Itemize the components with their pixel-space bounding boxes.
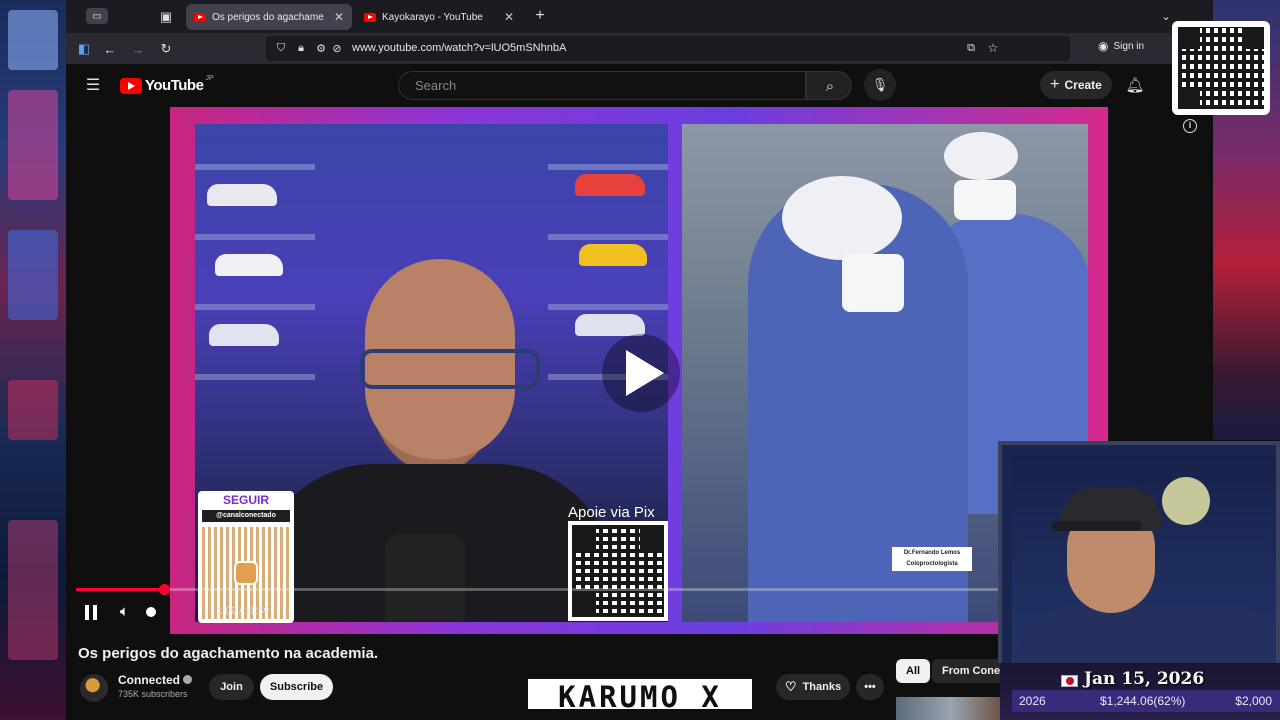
recommended-thumbnail[interactable] <box>896 697 1006 720</box>
pause-icon[interactable] <box>84 605 98 620</box>
japan-flag-icon <box>1061 675 1078 687</box>
lock-icon[interactable]: 🔒︎ <box>294 41 308 55</box>
bookmark-star-icon[interactable]: ☆ <box>986 41 1000 55</box>
thanks-label: Thanks <box>802 681 842 693</box>
tab-label: Os perigos do agachamento <box>212 11 324 23</box>
sign-in-button[interactable]: ◉ Sign in <box>1098 39 1144 53</box>
subscribe-button[interactable]: Subscribe <box>260 674 333 700</box>
tab-video[interactable]: Os perigos do agachamento ✕ <box>186 4 352 30</box>
youtube-favicon-icon <box>364 12 376 22</box>
browser-tab-bar: ▭ ▣ Os perigos do agachamento ✕ Kayokara… <box>66 0 1213 33</box>
goal-year: 2026 <box>1019 694 1046 708</box>
tab-overview-icon[interactable]: ▣ <box>158 9 174 25</box>
channel-name-text: Connected <box>118 673 181 687</box>
create-label: Create <box>1064 78 1102 92</box>
doctor-caption: Dr.Fernando Lemos Coloproctologista <box>892 547 972 571</box>
channel-name[interactable]: Connected <box>118 673 193 687</box>
time-display: 1:09 / 11:59 <box>217 606 270 617</box>
thanks-button[interactable]: ♡ Thanks <box>776 674 850 700</box>
microphone-icon: 🎙︎ <box>871 77 889 92</box>
new-tab-icon[interactable]: + <box>532 7 548 24</box>
join-button[interactable]: Join <box>209 674 254 700</box>
list-tabs-chevron-icon[interactable]: ⌄ <box>1158 8 1174 24</box>
tab-label: Kayokarayo - YouTube <box>382 11 483 23</box>
progress-played <box>76 588 164 591</box>
stream-qr-code <box>1172 21 1270 115</box>
more-actions-button[interactable]: ••• <box>856 674 884 700</box>
search-button[interactable]: ⌕ <box>806 71 852 100</box>
forward-icon[interactable]: → <box>130 41 146 57</box>
chip-all[interactable]: All <box>896 659 931 683</box>
goal-amount: $1,244.06(62%) <box>1100 694 1186 708</box>
logo-text: YouTube <box>145 77 204 94</box>
play-icon[interactable] <box>602 334 680 412</box>
follow-label: SEGUIR <box>222 493 269 507</box>
account-icon: ◉ <box>1098 39 1109 53</box>
notifications-bell-icon[interactable]: 🔔︎ <box>1125 76 1144 94</box>
channel-handle: @canalconectado <box>202 510 290 522</box>
back-icon[interactable]: ← <box>102 41 118 57</box>
donation-goal-bar: 2026 $1,244.06(62%) $2,000 <box>1012 690 1280 712</box>
permissions-icon[interactable]: ⚙ <box>314 41 328 55</box>
stream-background-left <box>0 0 66 720</box>
info-icon[interactable]: i <box>1183 119 1197 133</box>
sidebar-toggle-icon[interactable]: ▭ <box>86 8 108 24</box>
screenshot-icon[interactable]: ⧉ <box>964 41 978 55</box>
pix-qr-code <box>568 521 668 621</box>
volume-slider-handle[interactable] <box>146 607 156 617</box>
close-tab-icon[interactable]: ✕ <box>504 10 514 24</box>
logo-region: JP <box>205 75 214 82</box>
browser-toolbar: ◧ ← → ↻ ⛉ 🔒︎ ⚙ ⊘ www.youtube.com/watch?v… <box>66 33 1213 64</box>
youtube-logo-icon <box>120 77 142 94</box>
create-button[interactable]: + Create <box>1040 71 1112 99</box>
url-text[interactable]: www.youtube.com/watch?v=lUO5mSNhnbA <box>352 42 566 54</box>
doctor-title: Coloproctologista <box>906 561 958 567</box>
hamburger-menu-icon[interactable]: ☰ <box>84 76 102 94</box>
reload-icon[interactable]: ↻ <box>158 41 174 57</box>
verified-icon <box>183 675 193 684</box>
thanks-icon: ♡ <box>784 679 797 694</box>
youtube-favicon-icon <box>194 12 206 22</box>
sign-in-label: Sign in <box>1113 40 1145 52</box>
close-tab-icon[interactable]: ✕ <box>334 10 344 24</box>
progress-bar[interactable] <box>76 584 998 595</box>
streamer-watermark: KARUMO_X <box>525 676 755 714</box>
youtube-logo[interactable]: YouTube JP <box>120 75 214 94</box>
video-title: Os perigos do agachamento na academia. <box>78 645 379 662</box>
sidebar-icon[interactable]: ◧ <box>76 41 92 57</box>
address-bar[interactable]: ⛉ 🔒︎ ⚙ ⊘ www.youtube.com/watch?v=lUO5mSN… <box>266 36 1070 61</box>
volume-icon[interactable]: 🔈︎ <box>120 603 129 620</box>
channel-avatar[interactable] <box>80 674 108 702</box>
voice-search-button[interactable]: 🎙︎ <box>864 69 896 101</box>
autoplay-blocked-icon[interactable]: ⊘ <box>330 41 344 55</box>
tab-kayokarayo[interactable]: Kayokarayo - YouTube ✕ <box>356 4 522 30</box>
doctor-name: Dr.Fernando Lemos <box>903 550 961 556</box>
goal-target: $2,000 <box>1235 694 1272 708</box>
follow-card: SEGUIR @canalconectado <box>198 491 294 623</box>
search-icon: ⌕ <box>825 77 835 95</box>
subscriber-count: 735K subscribers <box>118 689 188 699</box>
plus-icon: + <box>1050 76 1060 93</box>
streamer-webcam <box>998 441 1280 663</box>
pix-label: Apoie via Pix <box>568 504 655 521</box>
shield-icon[interactable]: ⛉ <box>274 41 288 55</box>
youtube-masthead: ☰ YouTube JP Search ⌕ 🎙︎ + Create 🔔︎ <box>66 64 1213 106</box>
search-input[interactable]: Search <box>398 71 806 100</box>
instagram-icon <box>234 561 258 585</box>
scrubber-handle[interactable] <box>158 584 170 595</box>
video-player[interactable]: Dr.Fernando Lemos Coloproctologista SEGU… <box>170 107 1108 634</box>
